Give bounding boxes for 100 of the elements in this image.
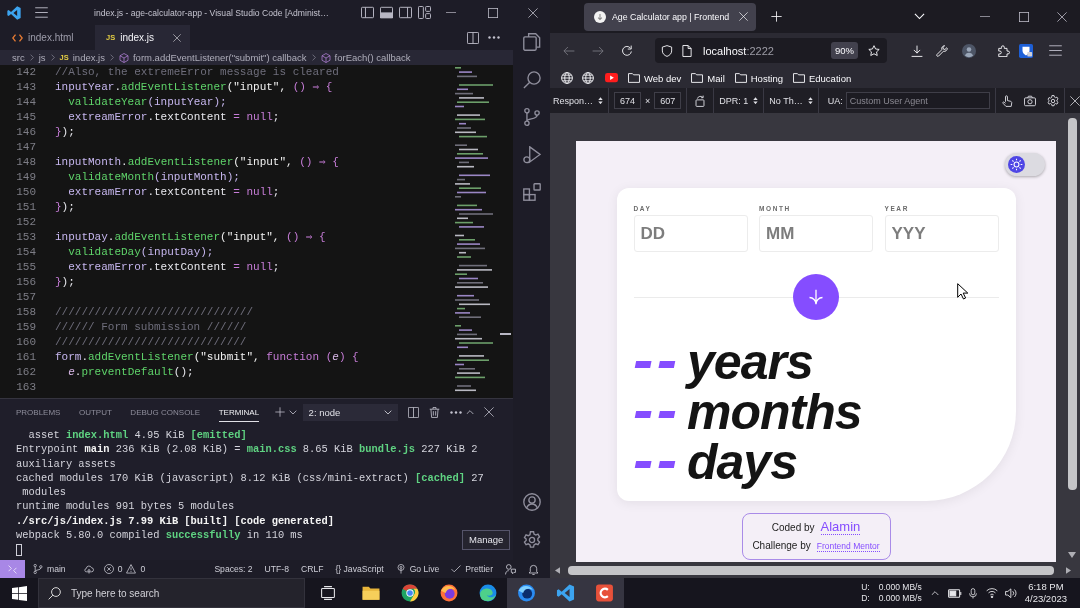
trash-icon[interactable] [428, 406, 440, 418]
editor-tab[interactable]: index.html [0, 25, 95, 50]
arc-logo-icon[interactable] [585, 578, 624, 608]
puzzle-icon[interactable] [998, 44, 1010, 57]
status-item[interactable]: Go Live [395, 564, 440, 574]
more-icon[interactable] [449, 410, 462, 414]
date-input[interactable]: MM [759, 215, 873, 252]
settings-icon[interactable] [522, 531, 541, 549]
challenge-link[interactable]: Frontend Mentor [816, 541, 880, 552]
breadcrumb-item[interactable]: js [38, 52, 46, 63]
breadcrumb-item[interactable]: forEach() callback [320, 52, 411, 63]
chevron-down-icon[interactable] [288, 409, 297, 415]
ring-logo-icon[interactable] [400, 584, 419, 602]
branch-status[interactable]: main [33, 564, 66, 574]
status-item[interactable]: Spaces: 2 [214, 564, 253, 574]
status-item[interactable]: Prettier [451, 564, 493, 574]
close-icon[interactable] [1056, 11, 1067, 22]
bell-icon[interactable] [528, 563, 539, 575]
more-icon[interactable] [488, 36, 500, 39]
bookmark-folder[interactable]: Mail [691, 72, 725, 84]
dpr-select[interactable]: DPR: 1 [719, 95, 759, 106]
panel-tab[interactable]: OUTPUT [78, 402, 112, 422]
browser-tab[interactable]: Age Calculator app | Frontend [584, 2, 756, 31]
swirl-logo-icon[interactable] [507, 578, 546, 608]
globe-icon[interactable] [561, 72, 573, 84]
menu-icon[interactable] [1049, 45, 1062, 56]
submit-button[interactable] [793, 274, 839, 320]
minimize-icon[interactable] [980, 15, 990, 18]
search-icon[interactable] [522, 70, 541, 89]
maximize-icon[interactable] [1019, 11, 1029, 22]
wave-logo-icon[interactable] [478, 584, 497, 602]
terminal-select[interactable]: 2: node [302, 403, 398, 421]
layout-icon[interactable] [361, 6, 374, 19]
maximize-icon[interactable] [488, 7, 498, 18]
account-icon[interactable] [522, 493, 541, 511]
files-icon[interactable] [522, 33, 541, 51]
folder-icon[interactable] [361, 584, 380, 602]
bookmark-folder[interactable]: Web dev [628, 72, 682, 84]
wrench-icon[interactable] [936, 44, 948, 57]
page-icon[interactable] [681, 44, 693, 57]
battery-icon[interactable] [947, 588, 962, 598]
wifi-icon[interactable] [985, 588, 998, 598]
author-link[interactable]: Alamin [820, 519, 861, 535]
chevron-up-icon[interactable] [930, 590, 939, 596]
search-field[interactable]: Type here to search [38, 578, 305, 608]
rotate-icon[interactable] [694, 94, 707, 107]
person-chat-icon[interactable] [505, 563, 516, 575]
panel-tab[interactable]: TERMINAL [218, 402, 260, 422]
width-field[interactable]: 674 [614, 92, 642, 109]
throttling-select[interactable]: No Th… [769, 95, 813, 106]
shield-lock-icon[interactable] [1019, 43, 1033, 58]
breadcrumb-item[interactable]: src [12, 52, 25, 63]
globe-icon[interactable] [582, 72, 594, 84]
theme-toggle[interactable] [1005, 153, 1045, 176]
task-view-icon[interactable] [321, 586, 335, 600]
scrollbar-thumb[interactable] [1067, 118, 1077, 490]
user-agent-field[interactable]: Custom User Agent [845, 92, 990, 109]
close-icon[interactable] [483, 407, 494, 417]
reload-icon[interactable] [621, 44, 633, 57]
swirl-logo-icon[interactable] [439, 584, 458, 602]
back-arrow-icon[interactable] [563, 44, 575, 57]
speaker-icon[interactable] [1004, 587, 1017, 599]
clock-time[interactable]: 6:18 PM [1028, 581, 1064, 593]
status-item[interactable]: {} JavaScript [335, 564, 384, 574]
split-editor-icon[interactable] [467, 31, 479, 44]
microphone-icon[interactable] [968, 587, 977, 599]
scrollbar-thumb[interactable] [568, 565, 1054, 575]
problems-status[interactable]: 0 0 [103, 564, 146, 574]
status-item[interactable]: CRLF [300, 564, 324, 574]
four-panes-icon[interactable] [11, 585, 27, 601]
address-bar[interactable]: localhost:2222 90% [655, 38, 887, 63]
layout-icon[interactable] [399, 6, 412, 19]
layout-icon[interactable] [380, 6, 393, 19]
device-select[interactable]: Respon… [553, 95, 604, 106]
date-input[interactable]: DD [633, 215, 748, 252]
split-icon[interactable] [407, 406, 419, 418]
panel-tab[interactable]: PROBLEMS [16, 402, 61, 422]
scrollbar-thumb[interactable] [500, 333, 511, 335]
url-text[interactable]: localhost:2222 [703, 44, 774, 57]
download-icon[interactable] [911, 44, 923, 57]
minimize-icon[interactable] [446, 11, 456, 14]
menu-icon[interactable] [35, 7, 48, 18]
height-field[interactable]: 607 [654, 92, 682, 109]
avatar-icon[interactable] [962, 43, 976, 58]
branch-icon[interactable] [522, 108, 541, 126]
status-item[interactable]: UTF-8 [264, 564, 289, 574]
play-icon[interactable] [605, 73, 618, 83]
zoom-level[interactable]: 90% [831, 42, 858, 59]
triangle-right-icon[interactable] [1066, 566, 1071, 574]
triangle-left-icon[interactable] [555, 566, 560, 574]
touch-icon[interactable] [1001, 94, 1013, 107]
play-bug-icon[interactable] [522, 145, 541, 164]
clock-date[interactable]: 4/23/2023 [1024, 593, 1067, 605]
close-icon[interactable] [527, 7, 538, 18]
camera-icon[interactable] [1024, 94, 1036, 107]
close-icon[interactable] [1070, 95, 1080, 106]
star-icon[interactable] [868, 44, 880, 57]
chevron-up-icon[interactable] [465, 409, 474, 415]
close-icon[interactable] [173, 33, 181, 42]
bookmark-folder[interactable]: Hosting [734, 72, 783, 84]
